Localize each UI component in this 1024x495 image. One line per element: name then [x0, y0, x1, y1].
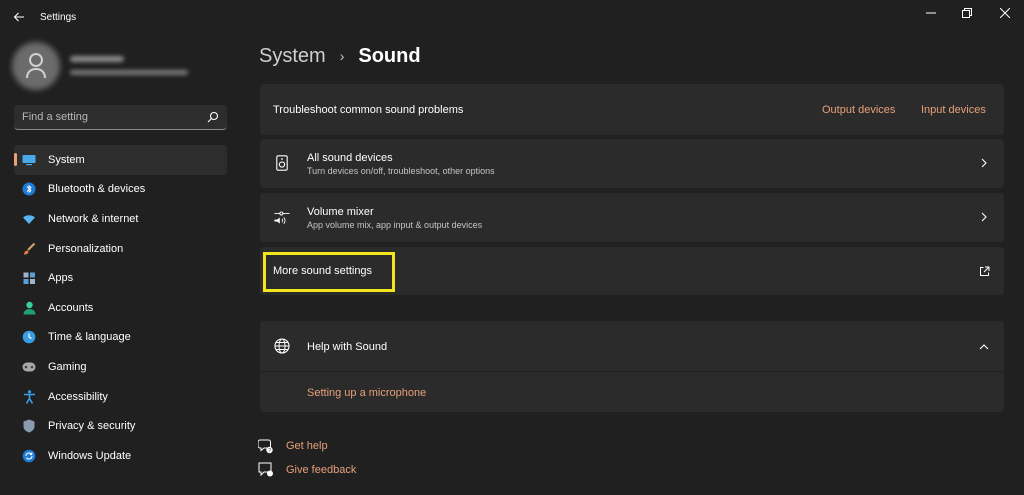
give-feedback-label: Give feedback	[286, 464, 357, 476]
close-button[interactable]	[990, 3, 1020, 23]
search-input[interactable]	[22, 111, 202, 123]
sidebar-item-system[interactable]: System	[14, 145, 227, 175]
sidebar-item-bluetooth[interactable]: Bluetooth & devices	[14, 175, 227, 205]
sidebar-nav: System Bluetooth & devices Network & int…	[14, 145, 227, 471]
sidebar-item-label: Windows Update	[48, 449, 132, 462]
all-sound-devices-title: All sound devices	[307, 152, 393, 164]
volume-mixer-card[interactable]: Volume mixer App volume mix, app input &…	[260, 193, 1004, 242]
setting-up-microphone-link[interactable]: Setting up a microphone	[307, 387, 426, 399]
sidebar-item-apps[interactable]: Apps	[14, 263, 227, 293]
back-button[interactable]	[8, 6, 30, 28]
person-icon	[26, 53, 46, 79]
breadcrumb-separator: ›	[339, 48, 345, 64]
profile-email-blurred	[70, 70, 188, 75]
close-icon	[1000, 8, 1010, 18]
time-icon	[22, 330, 36, 344]
breadcrumb: System › Sound	[259, 42, 421, 70]
app-title: Settings	[40, 12, 77, 23]
sidebar-item-accounts[interactable]: Accounts	[14, 293, 227, 323]
minimize-icon	[926, 12, 936, 14]
sidebar-item-personalization[interactable]: Personalization	[14, 234, 227, 264]
all-sound-devices-card[interactable]: All sound devices Turn devices on/off, t…	[260, 139, 1004, 188]
sidebar-item-windows-update[interactable]: Windows Update	[14, 441, 227, 471]
sidebar-item-label: Privacy & security	[48, 420, 136, 433]
volume-mixer-title: Volume mixer	[307, 206, 374, 218]
troubleshoot-card: Troubleshoot common sound problems Outpu…	[260, 84, 1004, 135]
sidebar-item-time-language[interactable]: Time & language	[14, 323, 227, 353]
breadcrumb-parent[interactable]: System	[259, 45, 326, 68]
restore-icon	[962, 8, 972, 18]
svg-text:?: ?	[268, 448, 271, 454]
bluetooth-icon	[22, 182, 36, 196]
sidebar-item-accessibility[interactable]: Accessibility	[14, 382, 227, 412]
sidebar-item-privacy-security[interactable]: Privacy & security	[14, 411, 227, 441]
output-devices-link[interactable]: Output devices	[822, 104, 895, 116]
volume-mixer-subtitle: App volume mix, app input & output devic…	[307, 220, 483, 230]
sidebar-item-label: Bluetooth & devices	[48, 183, 146, 196]
sidebar-item-label: System	[48, 153, 85, 166]
search-box[interactable]	[14, 105, 227, 130]
give-feedback-link[interactable]: Give feedback	[258, 461, 356, 479]
globe-icon	[274, 338, 290, 354]
accessibility-icon	[22, 389, 36, 404]
brush-icon	[22, 242, 36, 256]
sidebar-item-label: Personalization	[48, 242, 124, 255]
chevron-right-icon	[978, 157, 990, 169]
all-sound-devices-subtitle: Turn devices on/off, troubleshoot, other…	[307, 166, 495, 176]
back-arrow-icon	[13, 12, 24, 22]
sidebar-item-label: Accounts	[48, 301, 94, 314]
sidebar-item-label: Gaming	[48, 360, 87, 373]
mixer-icon	[274, 209, 290, 225]
sidebar-item-label: Network & internet	[48, 212, 139, 225]
sidebar-item-label: Time & language	[48, 331, 131, 344]
restore-button[interactable]	[952, 3, 982, 23]
highlight-box	[263, 252, 395, 292]
title-bar: Settings	[0, 0, 1024, 34]
apps-icon	[22, 271, 36, 285]
help-with-sound-card: Help with Sound Setting up a microphone	[260, 321, 1004, 412]
profile-name-blurred	[70, 56, 124, 62]
sidebar-item-label: Apps	[48, 272, 74, 285]
help-chat-icon: ?	[258, 438, 274, 454]
accounts-icon	[22, 301, 36, 315]
feedback-icon	[258, 462, 274, 478]
sidebar-item-label: Accessibility	[48, 390, 108, 403]
input-devices-link[interactable]: Input devices	[921, 104, 986, 116]
update-icon	[22, 449, 36, 463]
chevron-up-icon[interactable]	[978, 341, 990, 353]
get-help-label: Get help	[286, 440, 328, 452]
help-with-sound-title[interactable]: Help with Sound	[307, 341, 387, 353]
troubleshoot-label: Troubleshoot common sound problems	[273, 104, 464, 116]
sidebar-item-network[interactable]: Network & internet	[14, 204, 227, 234]
sidebar-item-gaming[interactable]: Gaming	[14, 352, 227, 382]
minimize-button[interactable]	[916, 3, 946, 23]
chevron-right-icon	[978, 211, 990, 223]
divider	[260, 371, 1004, 372]
gaming-icon	[22, 360, 36, 374]
search-icon	[207, 111, 219, 123]
speaker-icon	[274, 155, 290, 171]
page-title: Sound	[358, 44, 421, 67]
wifi-icon	[22, 212, 36, 226]
shield-icon	[22, 419, 36, 433]
system-icon	[22, 153, 36, 167]
external-link-icon	[978, 265, 990, 277]
get-help-link[interactable]: ? Get help	[258, 437, 328, 455]
user-profile[interactable]	[12, 42, 232, 90]
